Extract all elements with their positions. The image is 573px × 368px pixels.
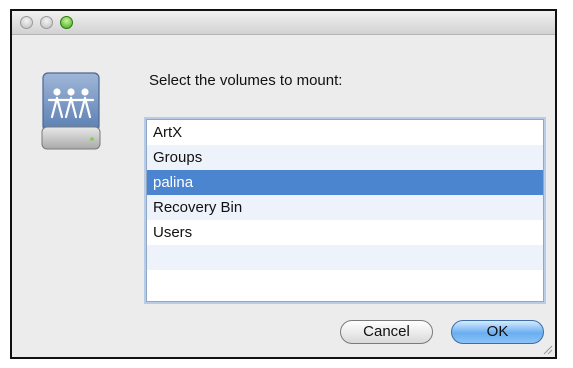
empty-row <box>147 270 543 295</box>
ok-button[interactable]: OK <box>451 320 544 344</box>
resize-grip-icon[interactable] <box>541 343 553 355</box>
close-icon[interactable] <box>20 16 33 29</box>
volume-row-recovery-bin[interactable]: Recovery Bin <box>147 195 543 220</box>
volume-label: palina <box>153 174 194 191</box>
volume-label: ArtX <box>153 124 183 141</box>
mount-volumes-dialog: Select the volumes to mount: ArtX Groups… <box>10 9 557 359</box>
dialog-prompt: Select the volumes to mount: <box>149 72 343 89</box>
volume-row-groups[interactable]: Groups <box>147 145 543 170</box>
volume-label: Users <box>153 224 193 241</box>
zoom-icon[interactable] <box>60 16 73 29</box>
title-bar[interactable] <box>12 11 555 35</box>
volume-label: Recovery Bin <box>153 199 243 216</box>
volume-label: Groups <box>153 149 203 166</box>
volume-row-palina[interactable]: palina <box>147 170 543 195</box>
empty-row <box>147 245 543 270</box>
shared-server-drive-icon <box>41 72 101 150</box>
minimize-icon[interactable] <box>40 16 53 29</box>
cancel-button[interactable]: Cancel <box>340 320 433 344</box>
volumes-list[interactable]: ArtX Groups palina Recovery Bin Users <box>146 119 544 302</box>
volume-row-users[interactable]: Users <box>147 220 543 245</box>
volume-row-artx[interactable]: ArtX <box>147 120 543 145</box>
